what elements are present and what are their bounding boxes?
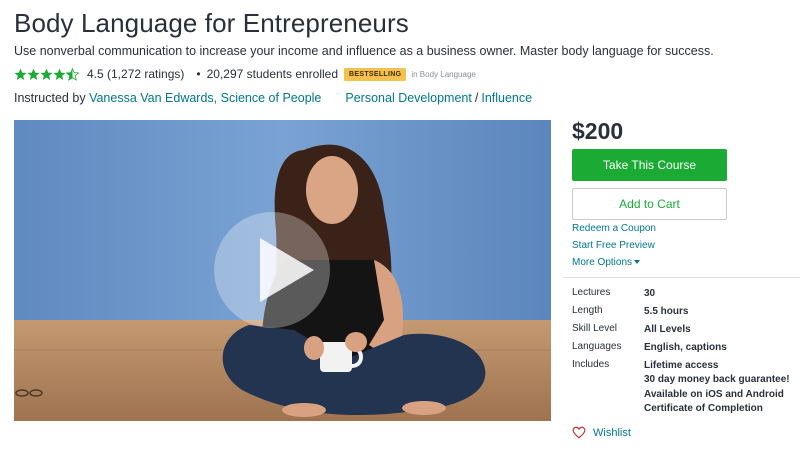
caret-down-icon xyxy=(634,260,641,265)
include-item: Lifetime access xyxy=(644,360,719,371)
detail-label: Lectures xyxy=(572,287,611,298)
heart-icon xyxy=(572,426,586,439)
instructor-link[interactable]: Vanessa Van Edwards, Science of People xyxy=(89,91,321,105)
redeem-coupon-link[interactable]: Redeem a Coupon xyxy=(572,223,656,234)
badge-category: in Body Language xyxy=(411,69,476,79)
detail-row-skill-level: Skill Level All Levels xyxy=(572,323,790,341)
detail-label: Includes xyxy=(572,359,610,370)
includes-list: Lifetime access 30 day money back guaran… xyxy=(644,359,790,416)
more-options-label: More Options xyxy=(572,257,633,268)
detail-value: English, captions xyxy=(644,342,727,353)
take-course-button[interactable]: Take This Course xyxy=(572,149,727,181)
rating-row: 4.5 (1,272 ratings) • 20,297 students en… xyxy=(14,66,476,82)
detail-value: 30 xyxy=(644,288,656,299)
separator-dot: • xyxy=(196,67,201,81)
course-preview-video[interactable] xyxy=(14,120,551,421)
play-icon xyxy=(214,212,330,328)
rating-text: 4.5 (1,272 ratings) xyxy=(87,67,185,81)
star-icon xyxy=(53,68,66,80)
detail-label: Skill Level xyxy=(572,323,618,334)
detail-row-length: Length 5.5 hours xyxy=(572,305,790,323)
more-options-dropdown[interactable]: More Options xyxy=(572,257,641,268)
detail-label: Length xyxy=(572,305,603,316)
course-title: Body Language for Entrepreneurs xyxy=(14,8,409,38)
course-details: Lectures 30 Length 5.5 hours Skill Level… xyxy=(572,287,790,416)
wishlist-label: Wishlist xyxy=(593,426,631,439)
course-subtitle: Use nonverbal communication to increase … xyxy=(14,44,714,58)
wishlist-button[interactable]: Wishlist xyxy=(572,426,631,439)
category-breadcrumb: Personal Development / Influence xyxy=(345,91,532,105)
category-link-primary[interactable]: Personal Development xyxy=(345,91,471,105)
include-item: 30 day money back guarantee! xyxy=(644,374,790,386)
detail-value: All Levels xyxy=(644,324,691,335)
course-price: $200 xyxy=(572,118,624,144)
free-preview-link[interactable]: Start Free Preview xyxy=(572,240,655,251)
include-item: Available on iOS and Android xyxy=(644,388,784,400)
star-icon xyxy=(40,68,53,80)
category-separator: / xyxy=(474,91,479,105)
star-half-icon xyxy=(66,67,79,81)
instructed-by-label: Instructed by xyxy=(14,91,86,105)
star-icon xyxy=(14,68,27,80)
detail-label: Languages xyxy=(572,341,622,352)
detail-value: 5.5 hours xyxy=(644,306,689,317)
add-to-cart-button[interactable]: Add to Cart xyxy=(572,188,727,220)
video-thumbnail xyxy=(14,120,551,421)
students-enrolled: 20,297 students enrolled xyxy=(206,67,339,81)
rating-stars xyxy=(14,67,79,81)
detail-row-languages: Languages English, captions xyxy=(572,341,790,359)
bestselling-badge: BESTSELLING xyxy=(344,67,407,81)
category-link-secondary[interactable]: Influence xyxy=(481,91,532,105)
include-item: Certificate of Completion xyxy=(644,402,763,414)
instructor-row: Instructed by Vanessa Van Edwards, Scien… xyxy=(14,91,532,105)
detail-row-includes: Includes Lifetime access 30 day money ba… xyxy=(572,359,790,416)
detail-row-lectures: Lectures 30 xyxy=(572,287,790,305)
star-icon xyxy=(27,68,40,80)
sidebar-divider xyxy=(563,277,800,278)
